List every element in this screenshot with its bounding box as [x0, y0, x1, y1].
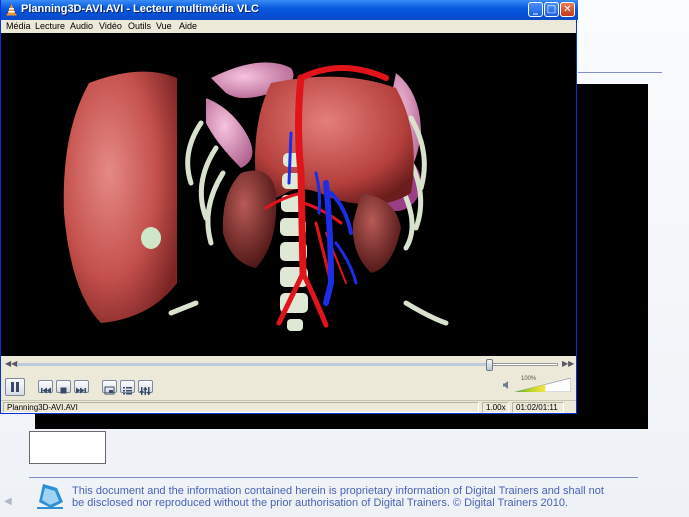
previous-icon [41, 387, 51, 394]
menu-vue[interactable]: Vue [156, 20, 172, 33]
close-button[interactable]: ✕ [560, 2, 575, 17]
speaker-icon[interactable] [502, 380, 512, 390]
status-filename: Planning3D-AVI.AVI [3, 402, 479, 413]
menu-audio[interactable]: Audio [70, 20, 93, 33]
next-icon [76, 387, 86, 394]
playlist-button[interactable] [120, 380, 135, 395]
slide-nav-back-icon[interactable]: ◀ [4, 496, 12, 507]
equalizer-icon [140, 387, 151, 395]
menu-media[interactable]: Média [6, 20, 31, 33]
vlc-cone-icon [6, 4, 17, 16]
stop-button[interactable] [56, 380, 71, 394]
status-bar: Planning3D-AVI.AVI 1.00x 01:02/01:11 [1, 400, 576, 413]
menu-outils[interactable]: Outils [128, 20, 151, 33]
menu-bar: Média Lecture Audio Vidéo Outils Vue Aid… [1, 20, 576, 33]
digital-trainers-logo-icon [37, 484, 63, 509]
title-bar[interactable]: Planning3D-AVI.AVI - Lecteur multimédia … [1, 0, 578, 20]
pause-icon [11, 382, 19, 392]
stop-icon [60, 387, 67, 394]
status-speed: 1.00x [482, 402, 509, 413]
seek-back-icon[interactable]: ◀◀ [5, 359, 17, 368]
maximize-button[interactable]: □ [544, 2, 559, 17]
fullscreen-icon [104, 386, 115, 395]
vlc-window: Planning3D-AVI.AVI - Lecteur multimédia … [0, 0, 578, 414]
menu-aide[interactable]: Aide [179, 20, 197, 33]
menu-video[interactable]: Vidéo [99, 20, 122, 33]
window-title: Planning3D-AVI.AVI - Lecteur multimédia … [21, 3, 259, 15]
seek-bar[interactable]: ◀◀ ▶▶ [1, 357, 576, 371]
equalizer-button[interactable] [138, 380, 153, 395]
slide-empty-box [29, 431, 106, 464]
menu-lecture[interactable]: Lecture [35, 20, 65, 33]
volume-slider[interactable] [515, 378, 571, 392]
status-time: 01:02/01:11 [512, 402, 564, 413]
previous-button[interactable] [38, 380, 53, 394]
next-button[interactable] [74, 380, 89, 394]
slide-divider-top [578, 72, 662, 73]
playlist-icon [123, 387, 132, 395]
video-frame[interactable] [1, 33, 576, 356]
anatomy-render [63, 62, 449, 331]
fullscreen-button[interactable] [102, 380, 117, 395]
minimize-button[interactable]: _ [528, 2, 543, 17]
seek-progress-fill [17, 363, 491, 366]
seek-forward-icon[interactable]: ▶▶ [562, 359, 574, 368]
slide-divider-bottom [29, 477, 638, 478]
seek-handle[interactable] [486, 359, 494, 371]
pause-button[interactable] [5, 378, 25, 396]
footer-disclaimer: This document and the information contai… [72, 485, 604, 509]
